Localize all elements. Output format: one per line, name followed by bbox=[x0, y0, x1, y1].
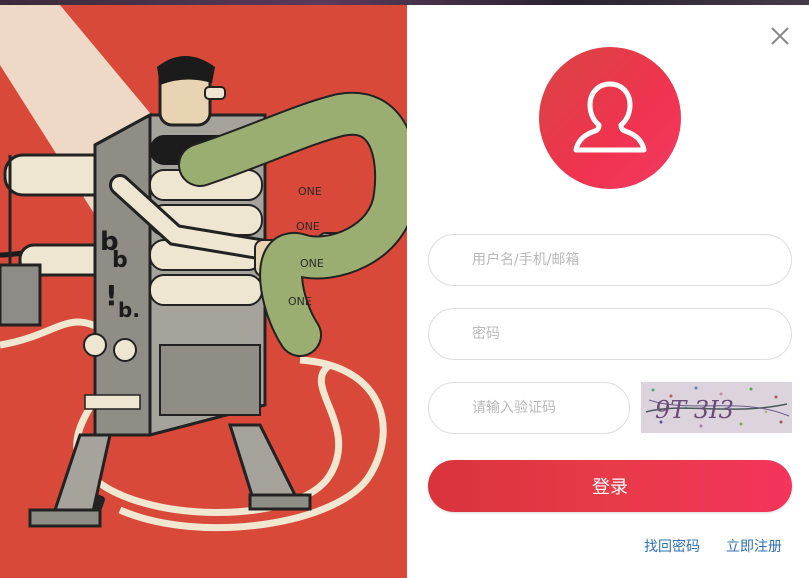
svg-text:b: b bbox=[112, 248, 128, 273]
auth-links: 找回密码 立即注册 bbox=[644, 536, 782, 556]
svg-text:!: ! bbox=[105, 279, 118, 312]
close-icon[interactable] bbox=[769, 25, 791, 47]
svg-text:b.: b. bbox=[118, 298, 140, 322]
ticker-machine-illustration: b b ! b. ONE ONE ONE ONE bbox=[0, 5, 407, 578]
username-field[interactable] bbox=[428, 234, 792, 286]
password-field[interactable] bbox=[428, 308, 792, 360]
login-button[interactable]: 登录 bbox=[428, 460, 792, 512]
illustration-panel: b b ! b. ONE ONE ONE ONE bbox=[0, 5, 407, 578]
ticker-word: ONE bbox=[298, 185, 322, 198]
username-input[interactable] bbox=[429, 235, 791, 285]
password-input[interactable] bbox=[429, 309, 791, 359]
close-button[interactable] bbox=[769, 25, 791, 47]
register-link[interactable]: 立即注册 bbox=[726, 536, 782, 556]
captcha-field[interactable] bbox=[428, 382, 630, 434]
captcha-image[interactable]: 9T 3I3 bbox=[641, 382, 792, 433]
ticker-word: ONE bbox=[300, 257, 324, 270]
captcha-input[interactable] bbox=[429, 383, 629, 433]
login-panel: 9T 3I3 登录 找回密码 立即注册 bbox=[407, 5, 809, 578]
ticker-word: ONE bbox=[296, 220, 320, 233]
forgot-password-link[interactable]: 找回密码 bbox=[644, 536, 700, 556]
captcha-text: 9T 3I3 bbox=[655, 396, 734, 424]
captcha-noise: 9T 3I3 bbox=[641, 382, 792, 433]
ticker-word: ONE bbox=[288, 295, 312, 308]
user-silhouette-icon bbox=[573, 81, 647, 153]
avatar bbox=[539, 47, 681, 189]
